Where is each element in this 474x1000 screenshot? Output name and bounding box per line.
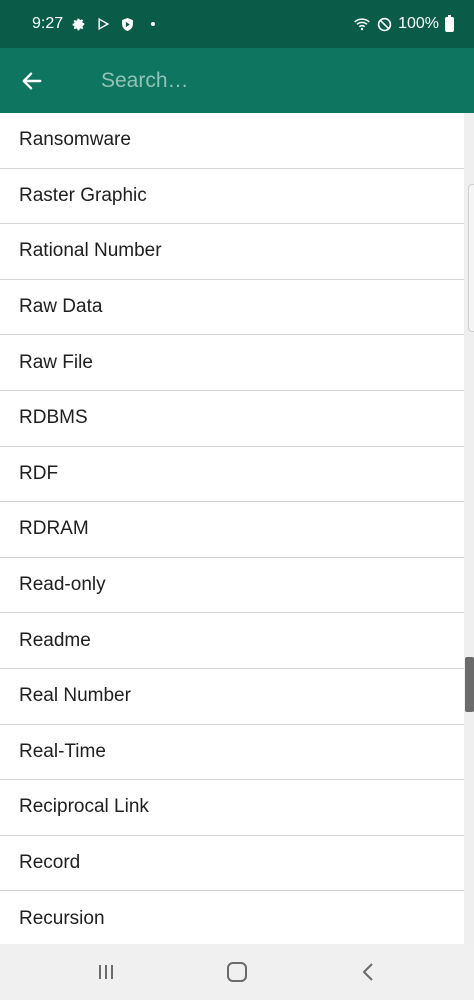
status-time: 9:27 (32, 15, 64, 32)
shield-icon (119, 16, 135, 32)
status-right: 100% (354, 14, 454, 33)
battery-icon (445, 14, 454, 32)
list-item[interactable]: Record (0, 835, 464, 892)
list-item-label: Ransomware (19, 129, 131, 151)
list-item-label: Raw Data (19, 296, 103, 318)
list-item-label: Rational Number (19, 240, 162, 262)
list-item[interactable]: Real-Time (0, 724, 464, 781)
search-input[interactable] (101, 60, 474, 101)
list-item-label: RDRAM (19, 518, 89, 540)
list-item-label: Raw File (19, 351, 93, 373)
list-item[interactable]: Rational Number (0, 224, 464, 280)
list-item-label: RDF (19, 462, 59, 484)
scrollbar-thumb[interactable] (465, 657, 474, 712)
back-icon (363, 963, 374, 981)
list-item[interactable]: RDF (0, 446, 464, 503)
dot-icon (151, 22, 156, 26)
recent-apps-button[interactable] (76, 944, 136, 1000)
back-button[interactable] (0, 48, 64, 113)
list-item-label: Read-only (19, 574, 106, 596)
list-item[interactable]: Reciprocal Link (0, 780, 464, 836)
list-item[interactable]: Raster Graphic (0, 168, 464, 225)
list-item[interactable]: Ransomware (0, 113, 464, 169)
battery-percent: 100% (398, 15, 439, 32)
gear-icon (71, 16, 87, 32)
term-list[interactable]: Ransomware Raster Graphic Rational Numbe… (0, 113, 464, 944)
list-item-label: Reciprocal Link (19, 796, 149, 818)
home-icon (226, 962, 247, 982)
fast-scroll-track[interactable] (468, 184, 474, 332)
wifi-icon (354, 16, 370, 32)
arrow-left-icon (22, 71, 42, 90)
list-item[interactable]: Raw Data (0, 279, 464, 336)
list-item[interactable]: Read-only (0, 557, 464, 614)
list-item-label: Raster Graphic (19, 184, 147, 206)
list-item[interactable]: Real Number (0, 668, 464, 725)
status-bar: 9:27 100% (0, 0, 474, 48)
home-button[interactable] (207, 944, 267, 1000)
list-item-label: RDBMS (19, 407, 88, 429)
list-item[interactable]: Readme (0, 613, 464, 669)
list-item-label: Readme (19, 629, 91, 651)
list-item-label: Recursion (19, 907, 105, 929)
list-item-label: Record (19, 852, 81, 874)
list-item[interactable]: RDRAM (0, 502, 464, 558)
navigation-bar (0, 944, 474, 1000)
list-item[interactable]: Raw File (0, 335, 464, 391)
list-item[interactable]: Recursion (0, 891, 464, 944)
do-not-disturb-icon (376, 16, 392, 32)
status-left: 9:27 (32, 15, 156, 33)
list-item-label: Real Number (19, 685, 131, 707)
list-item-label: Real-Time (19, 740, 106, 762)
list-item[interactable]: RDBMS (0, 390, 464, 447)
recent-apps-icon (98, 965, 113, 979)
system-back-button[interactable] (338, 944, 398, 1000)
play-store-icon (95, 16, 111, 32)
app-bar (0, 48, 474, 113)
